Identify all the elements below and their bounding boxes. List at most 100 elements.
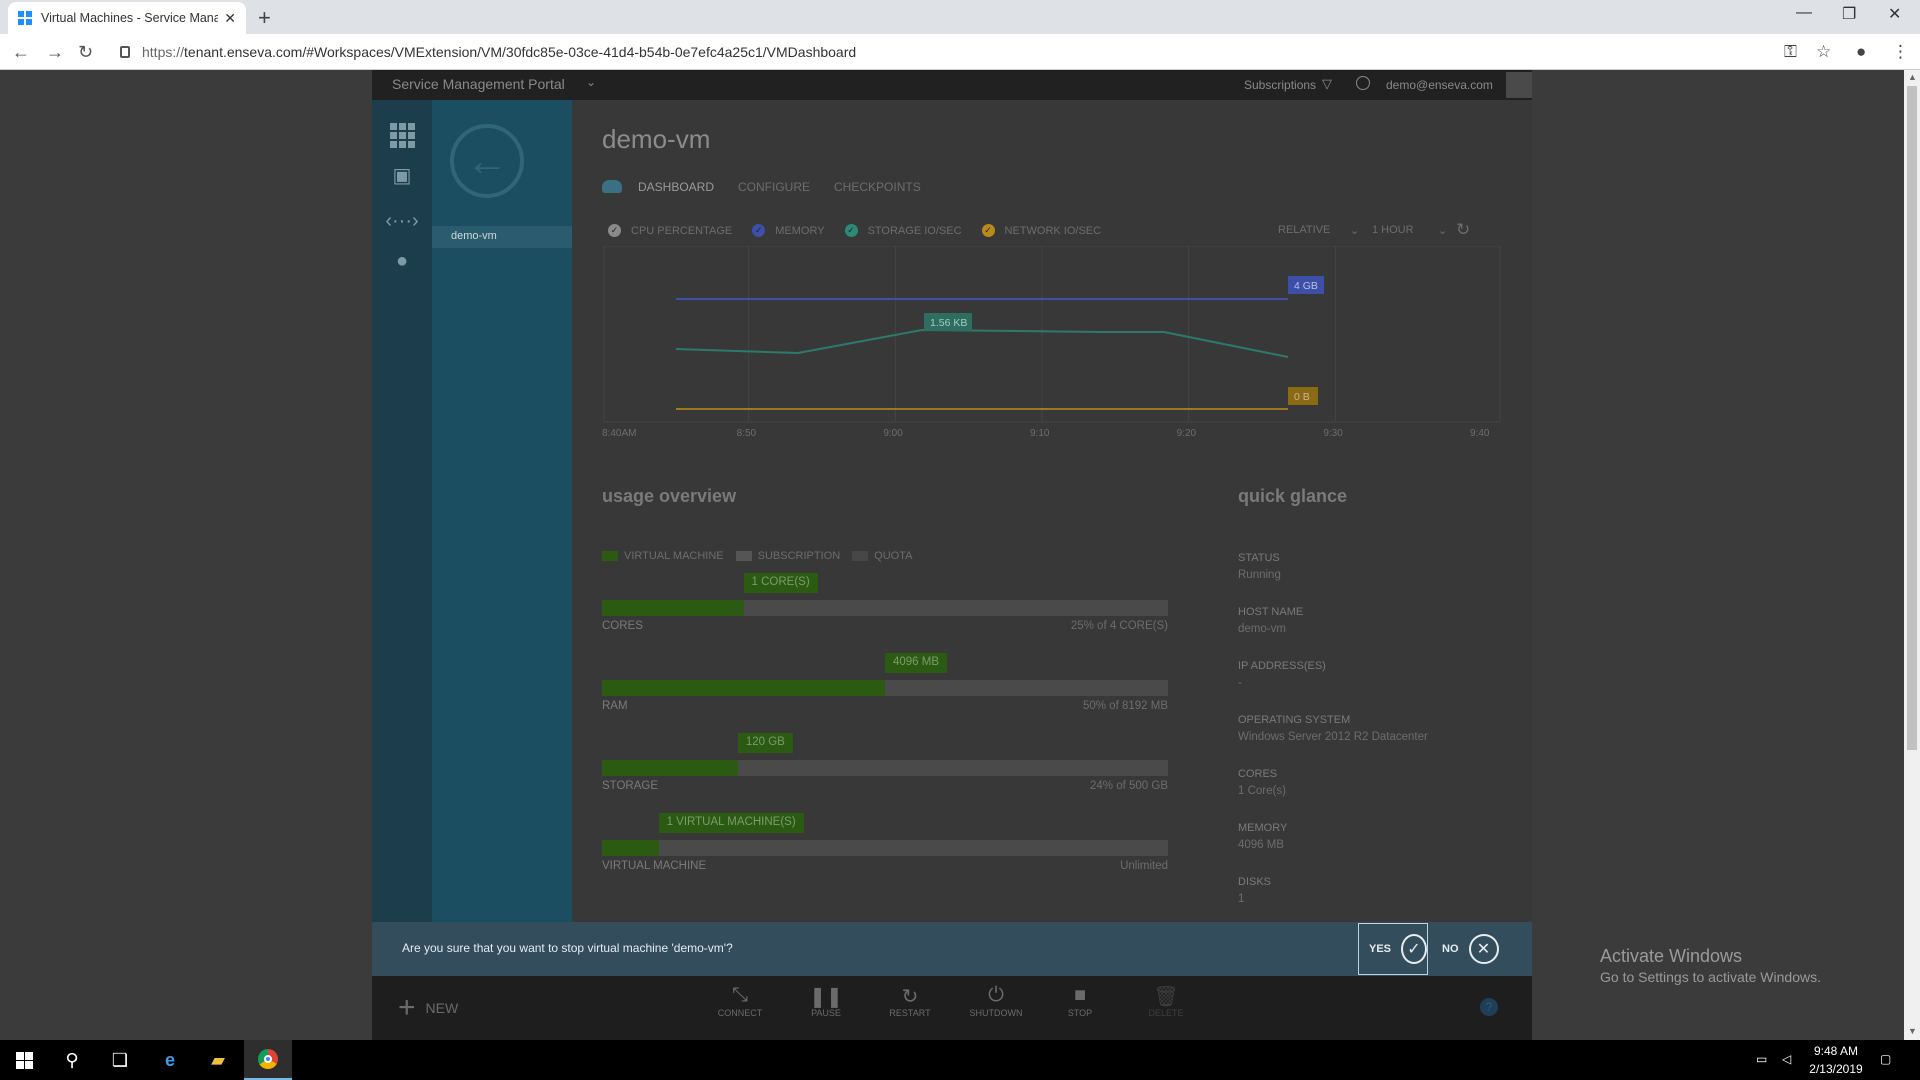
bar-percent: 24% of 500 GB (1090, 780, 1168, 792)
metric-toggle-network[interactable]: ✓ NETWORK IO/SEC (981, 224, 1101, 237)
chart-x-labels: 8:40AM 8:50 9:00 9:10 9:20 9:30 9:40 (602, 428, 1490, 438)
browser-tab[interactable]: Virtual Machines - Service Manag ✕ (8, 2, 246, 34)
main-content: demo-vm DASHBOARD CONFIGURE CHECKPOINTS … (572, 100, 1532, 922)
reload-icon[interactable]: ↻ (78, 42, 93, 63)
user-accounts-icon[interactable]: ● (388, 248, 416, 274)
clock-time: 9:48 AM (1813, 1044, 1859, 1058)
virtual-machines-monitor-icon[interactable]: ▣ (388, 162, 416, 188)
checkmark-icon: ✓ (1401, 934, 1427, 964)
pause-button[interactable]: ❚❚ PAUSE (796, 984, 856, 1018)
restore-icon[interactable]: ❐ (1842, 4, 1856, 24)
metric-toggle-storage[interactable]: ✓ STORAGE IO/SEC (844, 224, 962, 237)
scrollbar-thumb[interactable] (1907, 86, 1917, 750)
restart-button[interactable]: ↻ RESTART (880, 984, 940, 1018)
search-icon[interactable]: ⚲ (48, 1040, 96, 1080)
x-tick-label: 8:50 (737, 428, 757, 438)
x-tick-label: 8:40AM (602, 428, 636, 438)
network-value-tag: 0 B (1294, 391, 1310, 403)
new-tab-button[interactable]: + (258, 5, 271, 31)
subscriptions-link[interactable]: Subscriptions (1244, 78, 1316, 92)
x-tick-label: 9:00 (883, 428, 903, 438)
key-icon[interactable]: ⚿ (1784, 42, 1797, 62)
lock-icon (120, 46, 130, 58)
qg-value: Windows Server 2012 R2 Datacenter (1238, 731, 1428, 743)
qg-key: IP ADDRESS(ES) (1238, 660, 1326, 672)
stop-button[interactable]: ■ STOP (1050, 984, 1110, 1018)
delete-button[interactable]: 🗑 DELETE (1136, 984, 1196, 1018)
shutdown-button[interactable]: ⏻ SHUTDOWN (966, 984, 1026, 1018)
scroll-down-icon[interactable]: ▼ (1908, 1026, 1917, 1036)
scrollbar[interactable]: ▲ ▼ (1904, 70, 1920, 1040)
file-explorer-icon[interactable]: ▰ (194, 1040, 242, 1080)
notifications-icon[interactable]: ▢ (1880, 1050, 1891, 1068)
quick-glance-memory: MEMORY 4096 MB (1238, 822, 1287, 851)
all-items-grid-icon[interactable] (388, 122, 416, 148)
refresh-icon[interactable]: ↻ (1456, 220, 1470, 240)
nav-item-demo-vm[interactable]: demo-vm (432, 226, 572, 248)
profile-icon[interactable]: ● (1856, 42, 1866, 62)
forward-icon[interactable]: → (46, 42, 64, 63)
chevron-down-icon[interactable]: ⌄ (1350, 224, 1359, 237)
task-view-icon[interactable]: ❏ (96, 1040, 144, 1080)
menu-icon[interactable]: ⋮ (1892, 42, 1909, 62)
stop-icon: ■ (1073, 984, 1087, 1006)
tab-dashboard[interactable]: DASHBOARD (638, 180, 714, 194)
metric-toggle-memory[interactable]: ✓ MEMORY (752, 224, 825, 237)
filter-icon[interactable]: ▽ (1322, 76, 1332, 92)
page-title: demo-vm (602, 124, 711, 154)
legend-item: VIRTUAL MACHINE (602, 550, 724, 562)
legend-swatch (852, 551, 869, 561)
clock-date: 2/13/2019 (1809, 1062, 1863, 1076)
clock[interactable]: 9:48 AM 2/13/2019 (1806, 1042, 1866, 1078)
quick-glance-title: quick glance (1238, 486, 1348, 506)
globe-icon[interactable] (1356, 76, 1370, 90)
tab-configure[interactable]: CONFIGURE (738, 180, 810, 194)
back-arrow-icon[interactable]: ← (450, 124, 524, 198)
usage-overview-title: usage overview (602, 486, 737, 506)
chevron-down-icon[interactable]: ⌄ (586, 75, 596, 89)
scroll-up-icon[interactable]: ▲ (1908, 72, 1917, 82)
bar-track (602, 840, 1168, 856)
networks-icon[interactable]: ‹···› (385, 208, 418, 234)
metric-toggle-cpu[interactable]: ✓ CPU PERCENTAGE (608, 224, 732, 237)
no-button[interactable]: NO ✕ (1442, 923, 1499, 975)
connect-button[interactable]: ⤡ CONNECT (710, 984, 770, 1018)
chrome-icon[interactable] (244, 1040, 292, 1080)
activate-windows-watermark: Activate Windows Go to Settings to activ… (1600, 946, 1821, 985)
user-email[interactable]: demo@enseva.com (1386, 78, 1493, 92)
range-mode-select[interactable]: RELATIVE (1278, 224, 1330, 236)
qg-key: STATUS (1238, 552, 1280, 564)
network-icon[interactable]: ▭ (1756, 1050, 1767, 1068)
url-field[interactable]: https://tenant.enseva.com/#Workspaces/VM… (112, 38, 1822, 66)
x-tick-label: 9:30 (1323, 428, 1343, 438)
close-tab-icon[interactable]: ✕ (224, 10, 236, 27)
portal-brand[interactable]: Service Management Portal (392, 76, 565, 92)
new-button[interactable]: + NEW (398, 991, 459, 1024)
help-icon[interactable]: ? (1480, 998, 1498, 1016)
volume-icon[interactable]: ◁ (1782, 1050, 1791, 1068)
vm-tabs: DASHBOARD CONFIGURE CHECKPOINTS (602, 180, 945, 194)
back-icon[interactable]: ← (12, 42, 30, 63)
restart-icon: ↻ (901, 986, 919, 1008)
qg-value: - (1238, 677, 1242, 689)
bar-percent: 50% of 8192 MB (1082, 700, 1168, 712)
metric-label: MEMORY (775, 224, 825, 237)
check-icon: ✓ (608, 224, 621, 237)
minimize-icon[interactable]: — (1796, 4, 1812, 22)
bar-label: STORAGE (602, 780, 659, 792)
yes-button[interactable]: YES ✓ (1358, 923, 1428, 975)
close-window-icon[interactable]: ✕ (1888, 4, 1901, 24)
bookmark-star-icon[interactable]: ☆ (1816, 42, 1831, 62)
new-label: NEW (425, 1000, 459, 1016)
avatar[interactable] (1506, 72, 1532, 98)
internet-explorer-icon[interactable]: e (146, 1040, 194, 1080)
bar-percent: Unlimited (1120, 860, 1168, 872)
start-button[interactable] (0, 1040, 48, 1080)
bar-tag: 1 CORE(S) (743, 573, 818, 593)
qg-value: Running (1238, 569, 1281, 581)
legend-item: QUOTA (852, 550, 912, 562)
plus-icon: + (398, 991, 416, 1024)
chevron-down-icon[interactable]: ⌄ (1438, 224, 1447, 237)
tab-checkpoints[interactable]: CHECKPOINTS (834, 180, 921, 194)
range-window-select[interactable]: 1 HOUR (1372, 224, 1414, 236)
